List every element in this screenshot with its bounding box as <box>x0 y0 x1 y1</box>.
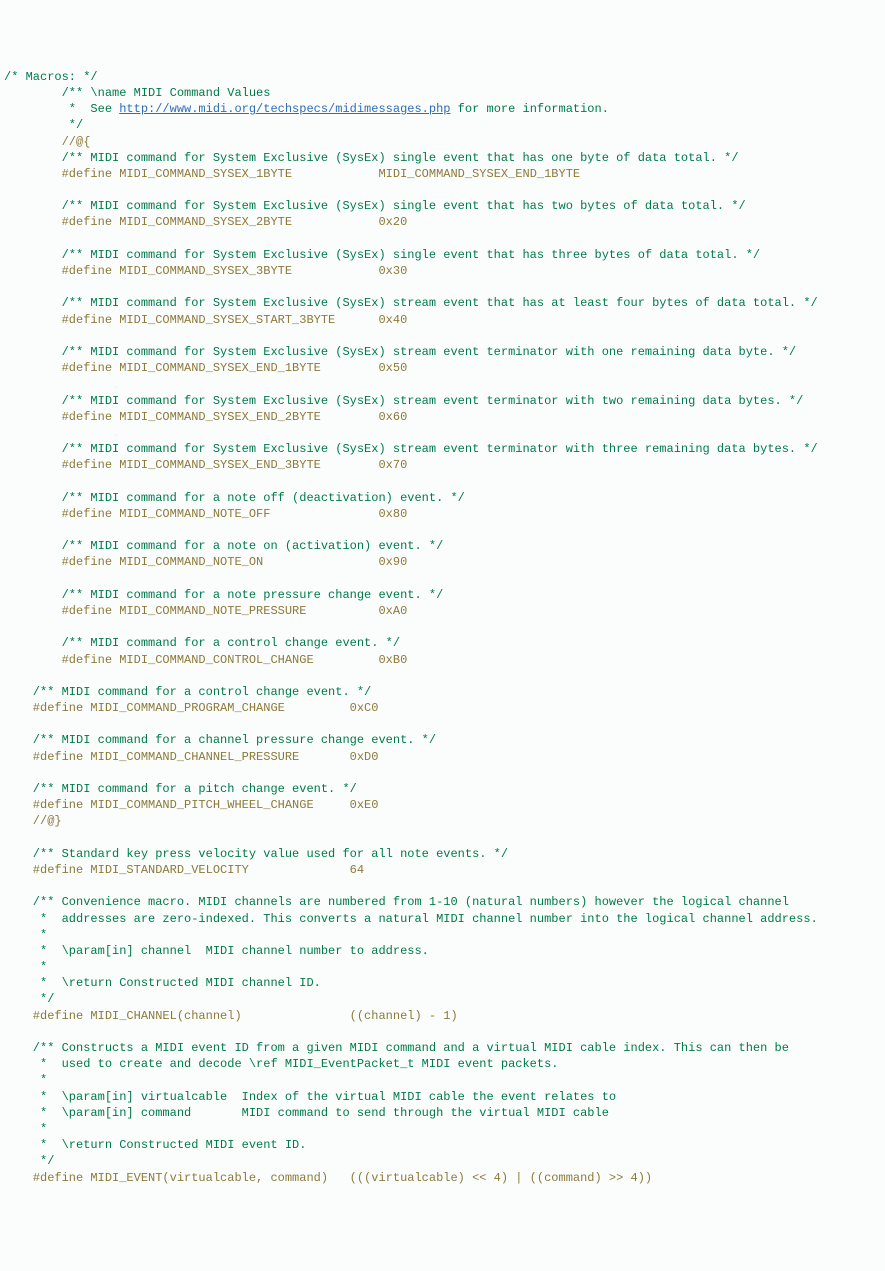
code-line: * <box>4 960 47 974</box>
code-value: 0xD0 <box>350 750 379 764</box>
code-line: /** MIDI command for a channel pressure … <box>4 733 436 747</box>
code-line: /** Convenience macro. MIDI channels are… <box>4 895 789 909</box>
code-line: /** \name MIDI Command Values <box>4 86 270 100</box>
code-value: 0x50 <box>378 361 407 375</box>
link-midi-spec[interactable]: http://www.midi.org/techspecs/midimessag… <box>119 102 450 116</box>
code-line: * <box>4 1073 47 1087</box>
code-value: 0x70 <box>378 458 407 472</box>
code-line: #define MIDI_COMMAND_SYSEX_START_3BYTE <box>4 313 378 327</box>
code-line: /** MIDI command for a note off (deactiv… <box>4 491 465 505</box>
code-line: * used to create and decode \ref MIDI_Ev… <box>4 1057 559 1071</box>
code-line: /** MIDI command for System Exclusive (S… <box>4 248 760 262</box>
code-line: * \return Constructed MIDI event ID. <box>4 1138 306 1152</box>
code-line: #define MIDI_COMMAND_SYSEX_2BYTE <box>4 215 378 229</box>
code-line: #define MIDI_COMMAND_SYSEX_END_3BYTE <box>4 458 378 472</box>
code-line: * <box>4 1122 47 1136</box>
code-value: 0xA0 <box>378 604 407 618</box>
code-value: 0xE0 <box>350 798 379 812</box>
code-listing: /* Macros: */ /** \name MIDI Command Val… <box>4 69 881 1186</box>
code-line: #define MIDI_EVENT(virtualcable, command… <box>4 1171 350 1185</box>
code-value: 0xB0 <box>378 653 407 667</box>
code-line: /** MIDI command for System Exclusive (S… <box>4 199 746 213</box>
code-line: * \return Constructed MIDI channel ID. <box>4 976 321 990</box>
code-line: /** MIDI command for a note pressure cha… <box>4 588 443 602</box>
code-line: #define MIDI_STANDARD_VELOCITY <box>4 863 350 877</box>
code-line: /** MIDI command for System Exclusive (S… <box>4 151 739 165</box>
code-line: * addresses are zero-indexed. This conve… <box>4 912 818 926</box>
code-line: #define MIDI_COMMAND_NOTE_PRESSURE <box>4 604 378 618</box>
code-line: /** MIDI command for System Exclusive (S… <box>4 345 796 359</box>
code-value: 64 <box>350 863 364 877</box>
code-line: /** MIDI command for a note on (activati… <box>4 539 443 553</box>
code-line: * \param[in] channel MIDI channel number… <box>4 944 429 958</box>
code-line: #define MIDI_COMMAND_SYSEX_END_2BYTE <box>4 410 378 424</box>
code-value: (((virtualcable) << 4) | ((command) >> 4… <box>350 1171 652 1185</box>
code-line: #define MIDI_COMMAND_NOTE_ON <box>4 555 378 569</box>
code-line: #define MIDI_COMMAND_SYSEX_END_1BYTE <box>4 361 378 375</box>
code-value: MIDI_COMMAND_SYSEX_END_1BYTE <box>378 167 580 181</box>
code-line: */ <box>4 992 54 1006</box>
code-value: 0x80 <box>378 507 407 521</box>
code-value: 0x60 <box>378 410 407 424</box>
code-line: /** MIDI command for a control change ev… <box>4 685 371 699</box>
code-value: ((channel) - 1) <box>350 1009 458 1023</box>
code-line: /* Macros: */ <box>4 70 98 84</box>
code-line: */ <box>4 1154 54 1168</box>
code-line: /** Standard key press velocity value us… <box>4 847 508 861</box>
code-line: #define MIDI_CHANNEL(channel) <box>4 1009 350 1023</box>
code-line: * See <box>4 102 119 116</box>
code-line: /** MIDI command for a pitch change even… <box>4 782 357 796</box>
code-value: 0x90 <box>378 555 407 569</box>
code-line: * \param[in] command MIDI command to sen… <box>4 1106 609 1120</box>
code-line: //@{ <box>4 135 90 149</box>
code-value: 0x20 <box>378 215 407 229</box>
code-line: /** Constructs a MIDI event ID from a gi… <box>4 1041 789 1055</box>
code-line: #define MIDI_COMMAND_CHANNEL_PRESSURE <box>4 750 350 764</box>
code-line: * \param[in] virtualcable Index of the v… <box>4 1090 616 1104</box>
code-line: /** MIDI command for System Exclusive (S… <box>4 442 818 456</box>
code-value: 0xC0 <box>350 701 379 715</box>
code-line: #define MIDI_COMMAND_PITCH_WHEEL_CHANGE <box>4 798 350 812</box>
code-line: #define MIDI_COMMAND_SYSEX_3BYTE <box>4 264 378 278</box>
code-line: //@} <box>4 814 62 828</box>
code-line: for more information. <box>450 102 608 116</box>
code-line: /** MIDI command for System Exclusive (S… <box>4 394 803 408</box>
code-line: #define MIDI_COMMAND_PROGRAM_CHANGE <box>4 701 350 715</box>
code-value: 0x40 <box>378 313 407 327</box>
code-line: * <box>4 928 47 942</box>
code-line: #define MIDI_COMMAND_NOTE_OFF <box>4 507 378 521</box>
code-value: 0x30 <box>378 264 407 278</box>
code-line: #define MIDI_COMMAND_SYSEX_1BYTE <box>4 167 378 181</box>
code-line: /** MIDI command for a control change ev… <box>4 636 400 650</box>
code-line: /** MIDI command for System Exclusive (S… <box>4 296 818 310</box>
code-line: */ <box>4 118 83 132</box>
code-line: #define MIDI_COMMAND_CONTROL_CHANGE <box>4 653 378 667</box>
